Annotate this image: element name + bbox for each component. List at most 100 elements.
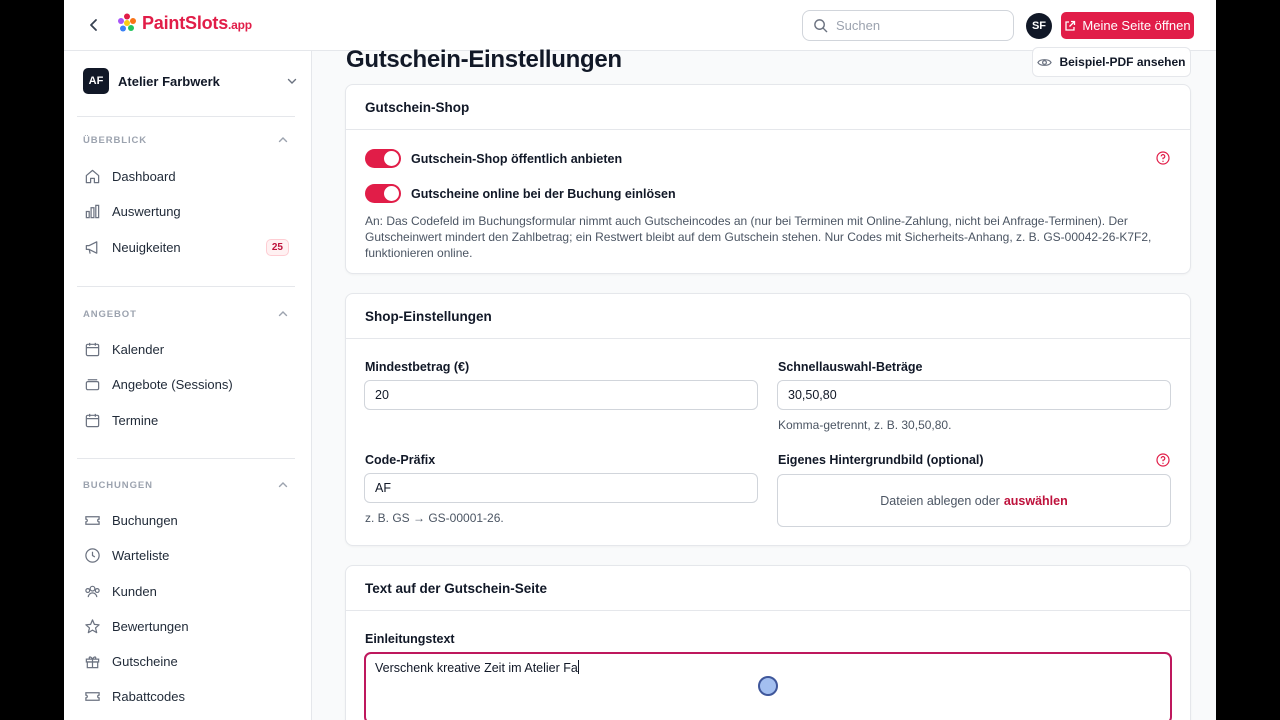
bg-image-label: Eigenes Hintergrundbild (optional) xyxy=(778,453,984,467)
org-switcher[interactable]: AF Atelier Farbwerk xyxy=(83,68,299,94)
chevron-up-icon xyxy=(277,479,289,491)
search-icon xyxy=(814,19,828,33)
intro-text-value: Verschenk kreative Zeit im Atelier Fa xyxy=(375,661,578,675)
sidebar-item-kunden[interactable]: Kunden xyxy=(83,578,291,604)
section-header-angebot[interactable]: ANGEBOT xyxy=(83,308,289,320)
mouse-cursor-indicator xyxy=(758,676,778,696)
card-title: Text auf der Gutschein-Seite xyxy=(346,566,1190,611)
home-icon xyxy=(83,167,101,185)
calendar-icon xyxy=(83,411,101,429)
text-caret xyxy=(577,660,579,674)
toggle-label: Gutscheine online bei der Buchung einlös… xyxy=(411,186,676,201)
sidebar-item-dashboard[interactable]: Dashboard xyxy=(83,163,291,189)
megaphone-icon xyxy=(83,238,101,256)
section-label: ÜBERBLICK xyxy=(83,134,148,146)
app-window: PaintSlots.app SF Meine Seite öffnen AF … xyxy=(64,0,1216,720)
online-redeem-hint: An: Das Codefeld im Buchungsformular nim… xyxy=(365,214,1152,260)
org-avatar: AF xyxy=(83,68,109,94)
layers-icon xyxy=(83,375,101,393)
sidebar-item-gutscheine[interactable]: Gutscheine xyxy=(83,648,291,674)
bar-chart-icon xyxy=(83,202,101,220)
card-title: Shop-Einstellungen xyxy=(346,294,1190,339)
voucher-shop-card: Gutschein-Shop Gutschein-Shop öffentlich… xyxy=(345,84,1191,274)
dropzone-select-link[interactable]: auswählen xyxy=(1004,494,1068,508)
logo[interactable]: PaintSlots.app xyxy=(116,12,252,34)
sidebar-item-kalender[interactable]: Kalender xyxy=(83,336,291,362)
sidebar-item-auswertung[interactable]: Auswertung xyxy=(83,198,291,224)
sidebar-item-termine[interactable]: Termine xyxy=(83,407,291,433)
intro-text-label: Einleitungstext xyxy=(365,632,455,646)
dropzone-text: Dateien ablegen oder xyxy=(880,493,1000,508)
back-arrow-icon[interactable] xyxy=(82,13,106,37)
toggle-label: Gutschein-Shop öffentlich anbieten xyxy=(411,151,623,166)
sidebar-item-label: Termine xyxy=(112,412,159,428)
sample-pdf-label: Beispiel-PDF ansehen xyxy=(1059,55,1186,69)
code-prefix-hint: z. B. GS → GS-00001-26. xyxy=(365,511,504,525)
sidebar-item-warteliste[interactable]: Warteliste xyxy=(83,542,291,568)
quick-amounts-hint: Komma-getrennt, z. B. 30,50,80. xyxy=(778,418,952,432)
sidebar-item-label: Rabattcodes xyxy=(112,688,185,704)
toggle-row-online-redeem: Gutscheine online bei der Buchung einlös… xyxy=(365,184,676,203)
quick-amounts-label: Schnellauswahl-Beträge xyxy=(778,360,923,374)
help-icon[interactable] xyxy=(1156,151,1170,165)
toggle-row-public-shop: Gutschein-Shop öffentlich anbieten xyxy=(365,149,622,168)
calendar-icon xyxy=(83,340,101,358)
top-bar: PaintSlots.app SF Meine Seite öffnen xyxy=(64,0,1216,51)
logo-text: PaintSlots.app xyxy=(142,12,252,33)
sidebar-item-label: Auswertung xyxy=(112,203,181,219)
news-count-badge: 25 xyxy=(265,238,289,256)
sidebar-item-label: Dashboard xyxy=(112,168,176,184)
gift-icon xyxy=(83,652,101,670)
online-redeem-toggle[interactable] xyxy=(365,184,401,203)
sidebar-item-label: Bewertungen xyxy=(112,618,189,634)
min-amount-input[interactable]: 20 xyxy=(364,380,758,410)
sidebar-item-label: Kunden xyxy=(112,583,157,599)
section-header-buchungen[interactable]: BUCHUNGEN xyxy=(83,479,289,491)
card-title: Gutschein-Shop xyxy=(346,85,1190,130)
open-my-page-button[interactable]: Meine Seite öffnen xyxy=(1061,12,1194,39)
sidebar-item-label: Neuigkeiten xyxy=(112,239,181,255)
page-title: Gutschein-Einstellungen xyxy=(346,46,622,73)
sidebar-item-bewertungen[interactable]: Bewertungen xyxy=(83,613,291,639)
clock-icon xyxy=(83,546,101,564)
sidebar-item-neuigkeiten[interactable]: Neuigkeiten 25 xyxy=(83,234,291,260)
eye-icon xyxy=(1037,58,1053,66)
sidebar-item-label: Gutscheine xyxy=(112,653,178,669)
ticket-icon xyxy=(83,511,101,529)
palette-logo-icon xyxy=(118,13,136,32)
users-icon xyxy=(83,582,101,600)
search-box[interactable] xyxy=(802,10,1014,41)
sidebar-item-buchungen[interactable]: Buchungen xyxy=(83,507,291,533)
code-prefix-input[interactable]: AF xyxy=(364,473,758,503)
star-icon xyxy=(83,617,101,635)
sidebar-item-rabattcodes[interactable]: Rabattcodes xyxy=(83,683,291,709)
open-my-page-label: Meine Seite öffnen xyxy=(1082,18,1191,33)
sidebar-divider xyxy=(77,286,295,287)
chevron-down-icon xyxy=(285,74,299,88)
quick-amounts-input[interactable]: 30,50,80 xyxy=(777,380,1171,410)
help-icon[interactable] xyxy=(1156,453,1170,467)
voucher-page-text-card: Text auf der Gutschein-Seite Einleitungs… xyxy=(345,565,1191,720)
sidebar-item-label: Kalender xyxy=(112,341,165,357)
sidebar-item-label: Angebote (Sessions) xyxy=(112,376,233,392)
code-prefix-label: Code-Präfix xyxy=(365,453,436,467)
sidebar: AF Atelier Farbwerk ÜBERBLICK Dashboard … xyxy=(64,51,312,720)
search-input[interactable] xyxy=(836,18,986,33)
user-avatar[interactable]: SF xyxy=(1026,13,1052,39)
sample-pdf-button[interactable]: Beispiel-PDF ansehen xyxy=(1032,47,1191,77)
chevron-up-icon xyxy=(277,134,289,146)
min-amount-label: Mindestbetrag (€) xyxy=(365,360,470,374)
sidebar-divider xyxy=(77,116,295,117)
sidebar-item-label: Buchungen xyxy=(112,512,178,528)
ticket-icon xyxy=(83,687,101,705)
sidebar-item-angebote[interactable]: Angebote (Sessions) xyxy=(83,371,291,397)
public-shop-toggle[interactable] xyxy=(365,149,401,168)
sidebar-item-label: Warteliste xyxy=(112,547,170,563)
bg-image-dropzone[interactable]: Dateien ablegen oder auswählen xyxy=(777,474,1171,527)
section-header-ueberblick[interactable]: ÜBERBLICK xyxy=(83,134,289,146)
shop-settings-card: Shop-Einstellungen Mindestbetrag (€) 20 … xyxy=(345,293,1191,546)
external-link-icon xyxy=(1065,20,1076,31)
org-name: Atelier Farbwerk xyxy=(118,73,220,89)
sidebar-divider xyxy=(77,458,295,459)
section-label: ANGEBOT xyxy=(83,308,137,320)
